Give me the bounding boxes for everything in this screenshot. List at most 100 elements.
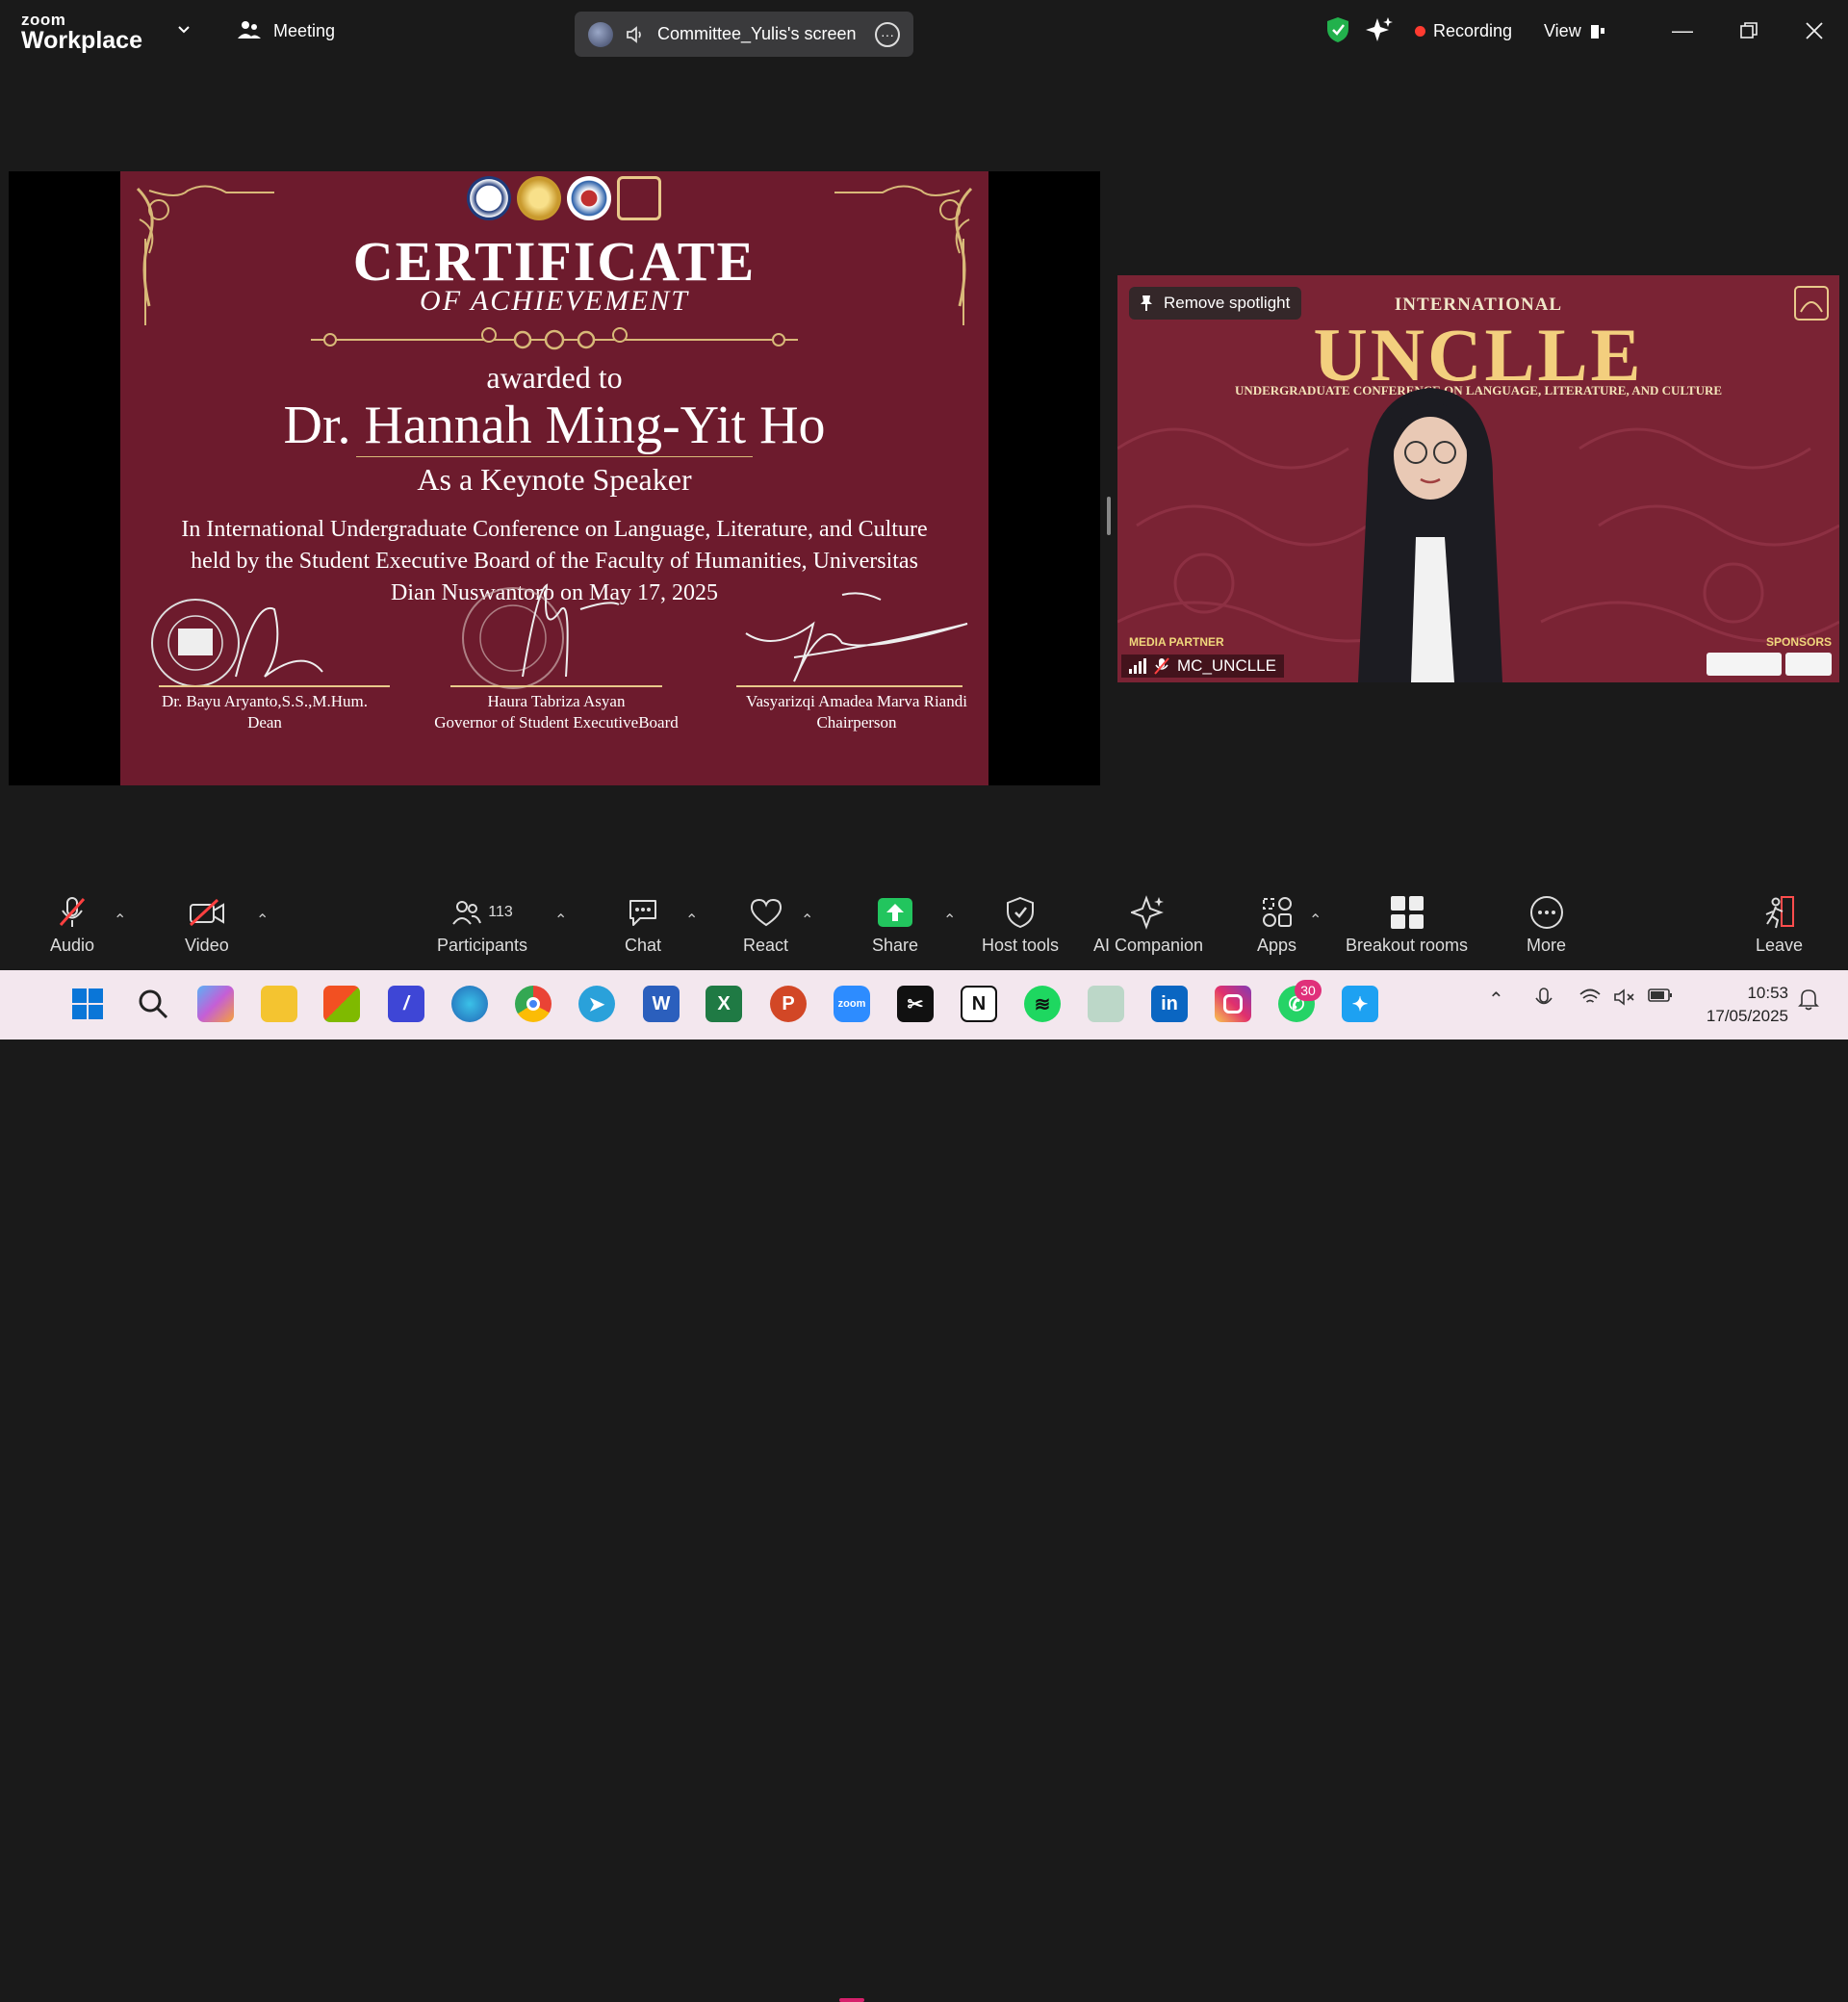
breakout-rooms-button[interactable]: Breakout rooms	[1346, 893, 1468, 956]
audio-options-caret[interactable]: ⌃	[114, 911, 126, 930]
sponsor-logo	[1785, 653, 1832, 676]
view-label: View	[1544, 21, 1581, 40]
dev-app-icon[interactable]: /	[388, 986, 424, 1022]
signatory-name: Vasyarizqi Amadea Marva Riandi	[746, 692, 967, 710]
ai-companion-icon	[1131, 895, 1165, 930]
participants-button[interactable]: 113 Participants	[437, 893, 527, 956]
signature-line	[159, 685, 390, 687]
chevron-down-icon[interactable]	[177, 23, 191, 37]
security-shield-icon[interactable]	[1325, 15, 1350, 44]
name-underline	[356, 456, 753, 457]
leave-icon	[1765, 896, 1794, 929]
close-button[interactable]	[1795, 13, 1834, 48]
recording-indicator[interactable]: Recording	[1415, 21, 1512, 41]
sponsors-label: SPONSORS	[1765, 635, 1832, 649]
file-explorer-icon[interactable]	[261, 986, 297, 1022]
zoom-icon[interactable]: zoom	[834, 986, 870, 1022]
chrome-icon[interactable]	[515, 986, 552, 1022]
word-icon[interactable]: W	[643, 986, 680, 1022]
react-button[interactable]: React	[743, 893, 788, 956]
meeting-label: Meeting	[273, 20, 336, 40]
react-label: React	[743, 936, 789, 955]
ai-sparkle-icon[interactable]	[1366, 16, 1393, 43]
spotify-icon[interactable]: ≋	[1024, 986, 1061, 1022]
student-board-logo-icon	[567, 176, 611, 220]
twitter-icon[interactable]: ✦	[1342, 986, 1378, 1022]
instagram-icon[interactable]	[1215, 986, 1251, 1022]
signatory-governor: Haura Tabriza Asyan Governor of Student …	[426, 583, 686, 733]
volume-muted-icon[interactable]	[1613, 988, 1636, 1007]
copilot-icon[interactable]	[197, 986, 234, 1022]
participants-options-caret[interactable]: ⌃	[554, 911, 567, 930]
video-off-icon	[189, 899, 224, 926]
audio-button[interactable]: Audio	[50, 893, 94, 956]
panel-resize-handle[interactable]	[1107, 497, 1111, 535]
meeting-button[interactable]: Meeting	[237, 19, 335, 42]
ms-store-icon[interactable]	[323, 986, 360, 1022]
apps-options-caret[interactable]: ⌃	[1309, 911, 1322, 930]
system-clock[interactable]: 10:53 17/05/2025	[1692, 982, 1788, 1028]
apps-button[interactable]: Apps	[1257, 893, 1296, 956]
muted-mic-icon	[59, 897, 86, 927]
breakout-label: Breakout rooms	[1346, 936, 1469, 955]
react-options-caret[interactable]: ⌃	[801, 911, 813, 930]
participants-label: Participants	[437, 936, 528, 955]
pin-icon	[1141, 295, 1152, 311]
recipient-role: As a Keynote Speaker	[417, 462, 692, 497]
chat-button[interactable]: Chat	[624, 893, 662, 956]
meeting-toolbar: Audio ⌃ Video ⌃ 113 Participants ⌃ Chat …	[0, 886, 1848, 970]
recipient-name: Dr. Hannah Ming-Yit Ho	[283, 396, 826, 455]
video-options-caret[interactable]: ⌃	[256, 911, 269, 930]
active-app-indicator	[839, 1998, 864, 2002]
windows-start-icon[interactable]	[69, 986, 106, 1022]
participant-name: MC_UNCLLE	[1177, 656, 1276, 675]
share-options-caret[interactable]: ⌃	[943, 911, 956, 930]
microphone-icon[interactable]	[1534, 988, 1553, 1011]
signal-strength-icon	[1129, 658, 1146, 674]
event-logo-icon	[1794, 286, 1829, 321]
leave-button[interactable]: Leave	[1756, 893, 1803, 956]
signatory-name: Haura Tabriza Asyan	[487, 692, 626, 710]
minimize-button[interactable]: —	[1663, 13, 1702, 48]
presenter-avatar	[588, 21, 613, 47]
screen-share-indicator[interactable]: Committee_Yulis's screen ···	[575, 12, 913, 57]
chat-label: Chat	[624, 936, 662, 955]
more-options-icon[interactable]: ···	[875, 21, 900, 47]
more-icon	[1529, 896, 1563, 929]
excel-icon[interactable]: X	[706, 986, 742, 1022]
ai-companion-label: AI Companion	[1093, 936, 1204, 955]
capcut-icon[interactable]: ✂	[897, 986, 934, 1022]
powerpoint-icon[interactable]: P	[770, 986, 807, 1022]
participant-count: 113	[488, 904, 513, 920]
more-button[interactable]: More	[1527, 893, 1566, 956]
wifi-icon[interactable]	[1578, 988, 1602, 1007]
remove-spotlight-button[interactable]: Remove spotlight	[1129, 287, 1302, 320]
building-app-icon[interactable]	[1088, 986, 1124, 1022]
telegram-icon[interactable]: ➤	[578, 986, 615, 1022]
search-icon[interactable]	[135, 986, 171, 1022]
apps-icon	[1262, 897, 1292, 927]
signature-line	[736, 685, 962, 687]
restore-button[interactable]	[1730, 13, 1768, 48]
battery-icon[interactable]	[1648, 988, 1673, 1003]
video-button[interactable]: Video	[185, 893, 229, 956]
notion-icon[interactable]: N	[961, 986, 997, 1022]
awarded-to-label: awarded to	[486, 360, 623, 395]
clock-date: 17/05/2025	[1706, 1007, 1788, 1025]
chairperson-signature	[745, 592, 968, 682]
linkedin-icon[interactable]: in	[1151, 986, 1188, 1022]
muted-mic-icon	[1154, 657, 1169, 675]
sharing-label: Committee_Yulis's screen	[657, 24, 857, 43]
spotlight-video-tile[interactable]: INTERNATIONAL UNCLLE UNDERGRADUATE CONFE…	[1117, 275, 1839, 682]
media-partner-label: MEDIA PARTNER	[1129, 635, 1224, 649]
chat-options-caret[interactable]: ⌃	[685, 911, 698, 930]
share-button[interactable]: Share	[872, 893, 918, 956]
ai-companion-button[interactable]: AI Companion	[1093, 893, 1203, 956]
view-button[interactable]: View	[1544, 21, 1606, 41]
host-tools-button[interactable]: Host tools	[982, 893, 1059, 956]
signature-line	[450, 685, 662, 687]
clock-time: 10:53	[1747, 984, 1788, 1002]
notification-bell-icon[interactable]	[1798, 988, 1819, 1011]
show-hidden-icons-caret[interactable]: ⌃	[1488, 988, 1504, 1012]
edge-icon[interactable]	[451, 986, 488, 1022]
